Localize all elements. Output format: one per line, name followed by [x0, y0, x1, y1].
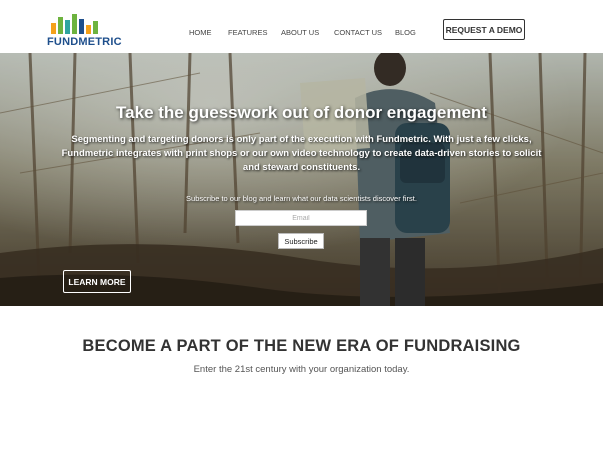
section-subtitle: Enter the 21st century with your organiz… — [193, 364, 410, 375]
section-title: BECOME A PART OF THE NEW ERA OF FUNDRAIS… — [82, 337, 521, 355]
nav-home[interactable]: HOME — [189, 28, 212, 37]
subscribe-prompt: Subscribe to our blog and learn what our… — [186, 194, 417, 203]
hero-background-image — [0, 53, 603, 306]
hero-section: Take the guesswork out of donor engageme… — [0, 53, 603, 306]
logo-text: FUNDMETRIC — [47, 36, 122, 48]
hero-subtitle: Segmenting and targeting donors is only … — [61, 134, 542, 173]
site-header: FUNDMETRIC HOME FEATURES ABOUT US CONTAC… — [0, 0, 603, 53]
fundmetric-logo[interactable]: FUNDMETRIC — [47, 14, 122, 48]
hero-title: Take the guesswork out of donor engageme… — [116, 103, 487, 122]
nav-about-us[interactable]: ABOUT US — [281, 28, 319, 37]
logo-bars-icon — [51, 14, 98, 34]
subscribe-button[interactable]: Subscribe — [278, 233, 324, 249]
email-input[interactable] — [235, 210, 367, 226]
request-demo-button[interactable]: REQUEST A DEMO — [443, 19, 525, 40]
nav-features[interactable]: FEATURES — [228, 28, 267, 37]
nav-blog[interactable]: BLOG — [395, 28, 416, 37]
learn-more-button[interactable]: LEARN MORE — [63, 270, 131, 293]
nav-contact-us[interactable]: CONTACT US — [334, 28, 382, 37]
